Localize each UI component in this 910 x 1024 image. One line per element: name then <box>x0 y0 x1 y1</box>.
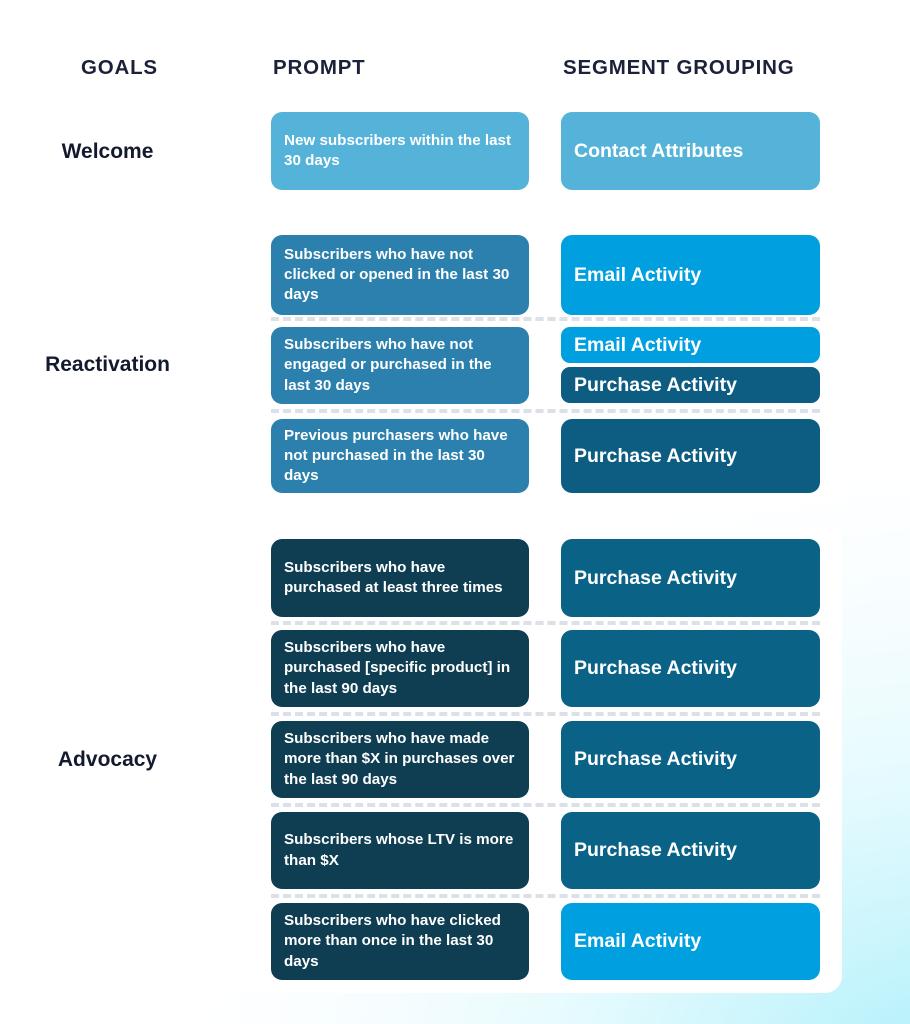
column-header-prompt: PROMPT <box>273 56 366 79</box>
prompt-card[interactable]: Previous purchasers who have not purchas… <box>271 419 529 493</box>
row-separator <box>271 621 820 625</box>
prompt-card-label: Subscribers who have not engaged or purc… <box>284 336 492 394</box>
row-separator <box>271 712 820 716</box>
column-header-segment: SEGMENT GROUPING <box>563 56 795 79</box>
segment-card-label: Purchase Activity <box>574 748 737 770</box>
segment-card[interactable]: Purchase Activity <box>561 419 820 493</box>
segment-card[interactable]: Purchase Activity <box>561 630 820 707</box>
prompt-card-label: Subscribers who have made more than $X i… <box>284 730 515 788</box>
segment-card-label: Purchase Activity <box>574 444 737 467</box>
segment-card[interactable]: Purchase Activity <box>561 812 820 889</box>
segment-pill[interactable]: Email Activity <box>561 327 820 363</box>
segment-pill-label: Email Activity <box>574 333 702 356</box>
segment-pill-label: Purchase Activity <box>574 373 737 396</box>
prompt-card[interactable]: Subscribers who have not clicked or open… <box>271 235 529 315</box>
prompt-card-label: New subscribers within the last 30 days <box>284 131 512 169</box>
segment-card[interactable]: Email Activity <box>561 903 820 980</box>
segment-card-label: Contact Attributes <box>574 139 744 162</box>
segment-card[interactable]: Purchase Activity <box>561 539 820 617</box>
row-separator <box>271 803 820 807</box>
segment-pill[interactable]: Purchase Activity <box>561 367 820 403</box>
row-separator <box>271 894 820 898</box>
goal-label-reactivation: Reactivation <box>45 353 170 376</box>
prompt-card[interactable]: New subscribers within the last 30 days <box>271 112 529 190</box>
segment-card-label: Purchase Activity <box>574 566 737 589</box>
prompt-card-label: Previous purchasers who have not purchas… <box>284 426 508 485</box>
segment-card[interactable]: Contact Attributes <box>561 112 820 190</box>
prompt-card-label: Subscribers whose LTV is more than $X <box>284 831 514 869</box>
prompt-card[interactable]: Subscribers who have not engaged or purc… <box>271 327 529 404</box>
prompt-card-label: Subscribers who have not clicked or open… <box>284 245 510 304</box>
goal-label-welcome: Welcome <box>61 140 154 163</box>
prompt-card[interactable]: Subscribers whose LTV is more than $X <box>271 812 529 889</box>
segment-card-label: Purchase Activity <box>574 839 737 861</box>
segment-card-label: Email Activity <box>574 930 702 952</box>
segment-card[interactable]: Email Activity <box>561 235 820 315</box>
prompt-card[interactable]: Subscribers who have made more than $X i… <box>271 721 529 798</box>
prompt-card-label: Subscribers who have purchased [specific… <box>284 639 511 697</box>
goal-label-advocacy: Advocacy <box>57 748 158 771</box>
row-separator <box>271 317 820 321</box>
segmentation-matrix: GOALS PROMPT SEGMENT GROUPING Welcome Re… <box>0 0 910 1024</box>
column-header-goals: GOALS <box>81 56 158 79</box>
segment-card-label: Purchase Activity <box>574 657 737 679</box>
prompt-card-label: Subscribers who have purchased at least … <box>284 558 503 596</box>
column-headers: GOALS PROMPT SEGMENT GROUPING <box>0 56 910 90</box>
row-separator <box>271 409 820 413</box>
segment-card-label: Email Activity <box>574 263 702 286</box>
prompt-card-label: Subscribers who have clicked more than o… <box>284 912 501 970</box>
prompt-card[interactable]: Subscribers who have purchased at least … <box>271 539 529 617</box>
segment-card[interactable]: Purchase Activity <box>561 721 820 798</box>
prompt-card[interactable]: Subscribers who have clicked more than o… <box>271 903 529 980</box>
prompt-card[interactable]: Subscribers who have purchased [specific… <box>271 630 529 707</box>
